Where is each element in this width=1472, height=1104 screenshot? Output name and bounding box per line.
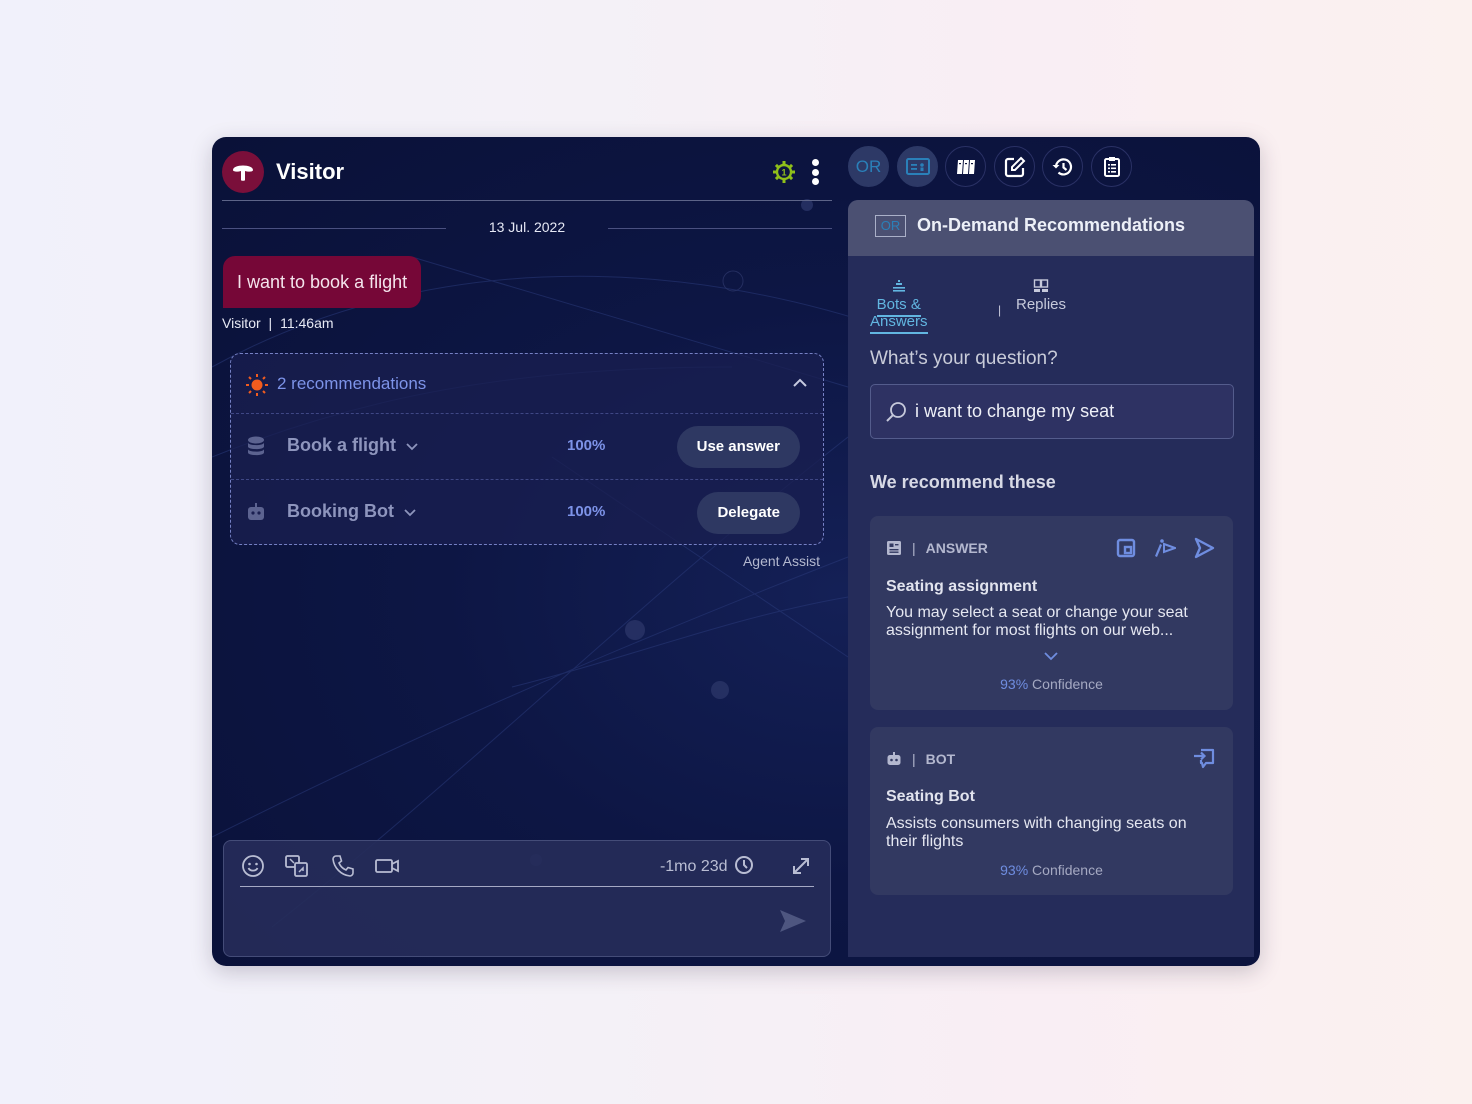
answer-icon <box>887 541 901 555</box>
agent-workspace: Visitor 1 13 Jul. 2022 I want to book a … <box>212 137 1260 966</box>
date-label: 13 Jul. 2022 <box>488 219 566 235</box>
transfer-icon[interactable] <box>1192 747 1216 771</box>
recommendation-row: Booking Bot 100% Delegate <box>231 480 823 546</box>
emoji-icon[interactable] <box>240 853 266 879</box>
panel-title: On-Demand Recommendations <box>917 215 1186 235</box>
card-body: You may select a seat or change your sea… <box>886 604 1188 639</box>
or-badge: OR <box>875 215 906 237</box>
recommendation-row: Book a flight 100% Use answer <box>231 414 823 480</box>
card-kind: | ANSWER <box>886 540 988 556</box>
expand-icon[interactable] <box>788 853 814 879</box>
card-title: Seating assignment <box>886 578 1038 595</box>
recommendation-score: 100% <box>567 437 606 454</box>
chevron-down-icon[interactable] <box>404 438 420 454</box>
card-kind: | BOT <box>886 751 955 767</box>
copy-icon[interactable] <box>1114 536 1138 560</box>
chevron-up-icon[interactable] <box>791 374 809 392</box>
recommendation-score: 100% <box>567 503 606 520</box>
conversation-timer: -1mo 23d <box>660 855 754 876</box>
visitor-name: Visitor <box>276 159 345 184</box>
panel-header: OR On-Demand Recommendations <box>848 200 1254 256</box>
message-sender: Visitor <box>222 315 261 331</box>
on-demand-recommendations-tab[interactable]: OR <box>848 146 889 187</box>
notes-tab[interactable] <box>994 146 1035 187</box>
search-icon <box>886 402 906 422</box>
message-time: 11:46am <box>280 315 334 331</box>
tab-bots-answers[interactable]: Bots & Answers <box>870 278 928 334</box>
recommendations-widget: 2 recommendations Book a flight 100% Use… <box>230 353 824 545</box>
mushroom-logo-icon <box>233 165 253 181</box>
video-icon[interactable] <box>374 853 400 879</box>
kebab-menu-icon[interactable] <box>808 157 822 187</box>
question-search <box>870 384 1234 439</box>
card-body: Assists consumers with changing seats on… <box>886 815 1187 850</box>
question-label: What’s your question? <box>870 348 1058 369</box>
chevron-down-icon[interactable] <box>402 504 418 520</box>
side-pane: OR OR On-Demand Recommendations Bots & A… <box>848 137 1260 966</box>
phone-icon[interactable] <box>330 853 356 879</box>
chat-pane: Visitor 1 13 Jul. 2022 I want to book a … <box>212 137 842 966</box>
recommendations-count: 2 recommendations <box>277 374 427 393</box>
contact-card-icon <box>905 157 930 175</box>
bot-icon <box>887 752 901 765</box>
recommendations-panel: OR On-Demand Recommendations Bots & Answ… <box>848 200 1254 957</box>
svg-text:1: 1 <box>781 168 786 178</box>
delegate-button[interactable]: Delegate <box>697 492 800 534</box>
chevron-down-icon[interactable] <box>1043 650 1059 662</box>
edit-send-icon[interactable] <box>1152 536 1176 560</box>
clipboard-tab[interactable] <box>1091 146 1132 187</box>
agent-assist-label: Agent Assist <box>742 553 820 569</box>
gear-badge-icon[interactable]: 1 <box>772 160 796 184</box>
message-composer: -1mo 23d <box>223 840 831 957</box>
tab-replies[interactable]: Replies <box>1016 278 1066 313</box>
chat-header: Visitor 1 <box>222 151 832 201</box>
question-input[interactable] <box>915 385 1215 438</box>
sun-icon <box>246 374 268 396</box>
card-confidence: 93% Confidence <box>1000 676 1103 692</box>
history-icon <box>1052 157 1072 175</box>
contact-card-tab[interactable] <box>897 146 938 187</box>
recommend-heading: We recommend these <box>870 472 1056 492</box>
avatar[interactable] <box>222 151 264 193</box>
recommendation-title[interactable]: Booking Bot <box>287 501 418 522</box>
answer-card: | ANSWER Seating assignment You may selec… <box>870 516 1233 710</box>
composer-toolbar: -1mo 23d <box>240 851 814 887</box>
database-icon <box>248 436 264 456</box>
recommendations-header[interactable]: 2 recommendations <box>231 354 823 414</box>
visitor-message-bubble: I want to book a flight <box>223 256 422 308</box>
edit-note-icon <box>1004 156 1025 177</box>
library-tab[interactable] <box>945 146 986 187</box>
clock-icon <box>735 856 753 874</box>
clipboard-icon <box>1103 156 1120 177</box>
card-title: Seating Bot <box>886 788 975 805</box>
use-answer-button[interactable]: Use answer <box>676 426 800 468</box>
bot-icon <box>248 503 264 520</box>
replies-icon <box>1033 279 1049 292</box>
history-tab[interactable] <box>1042 146 1083 187</box>
translate-icon[interactable] <box>284 853 310 879</box>
message-meta: Visitor | 11:46am <box>222 315 334 331</box>
bot-card: | BOT Seating Bot Assists consumers with … <box>870 727 1233 895</box>
send-icon[interactable] <box>1192 536 1216 560</box>
bots-answers-icon <box>892 280 905 292</box>
library-icon <box>956 159 975 174</box>
card-confidence: 93% Confidence <box>1000 862 1103 878</box>
recommendation-title[interactable]: Book a flight <box>287 435 420 456</box>
date-divider: 13 Jul. 2022 <box>222 217 832 239</box>
send-icon[interactable] <box>778 908 808 934</box>
